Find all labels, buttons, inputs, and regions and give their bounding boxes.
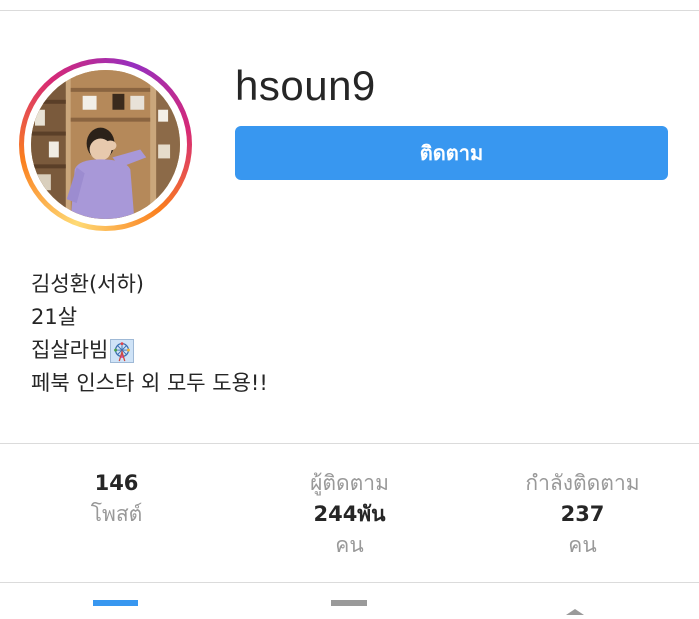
- stat-following-unit: คน: [568, 533, 597, 557]
- stat-posts-count: 146: [94, 471, 139, 495]
- stat-followers-count: 244พัน: [313, 502, 386, 526]
- top-divider: [0, 10, 699, 11]
- avatar[interactable]: [19, 58, 192, 231]
- avatar-photo-art: [31, 70, 180, 219]
- stat-following-label: กำลังติดตาม: [525, 471, 640, 495]
- stat-posts: 146 โพสต์: [0, 468, 233, 530]
- ferris-wheel-icon-art: [114, 341, 131, 361]
- tabs-divider: [0, 582, 699, 583]
- profile-username: hsoun9: [235, 62, 376, 109]
- stat-posts-label: โพสต์: [90, 502, 143, 526]
- avatar-photo: [31, 70, 180, 219]
- stat-followers-label: ผู้ติดตาม: [310, 471, 389, 495]
- stat-followers-unit: คน: [335, 533, 364, 557]
- grid-icon[interactable]: [93, 600, 138, 606]
- tagged-icon-art: [566, 609, 584, 615]
- stats-divider: [0, 443, 699, 444]
- bio-line-text: 집살라빔: [31, 338, 109, 362]
- stat-followers[interactable]: ผู้ติดตาม 244พัน คน: [233, 468, 466, 561]
- bio-line: 페북 인스타 외 모두 도용!!: [31, 371, 268, 395]
- tagged-icon[interactable]: [566, 600, 584, 615]
- list-icon[interactable]: [331, 600, 367, 606]
- bio-line-with-emoji: 집살라빔: [31, 334, 268, 367]
- bio-line: 김성환(서하): [31, 272, 144, 296]
- stat-following-count: 237: [560, 502, 605, 526]
- bio-line: 21살: [31, 305, 78, 329]
- stat-following[interactable]: กำลังติดตาม 237 คน: [466, 468, 699, 561]
- profile-bio: 김성환(서하) 21살 집살라빔 페북 인스타 외 모두 도용!!: [31, 268, 268, 400]
- ferris-wheel-icon: [110, 338, 135, 363]
- follow-button[interactable]: ติดตาม: [235, 126, 668, 180]
